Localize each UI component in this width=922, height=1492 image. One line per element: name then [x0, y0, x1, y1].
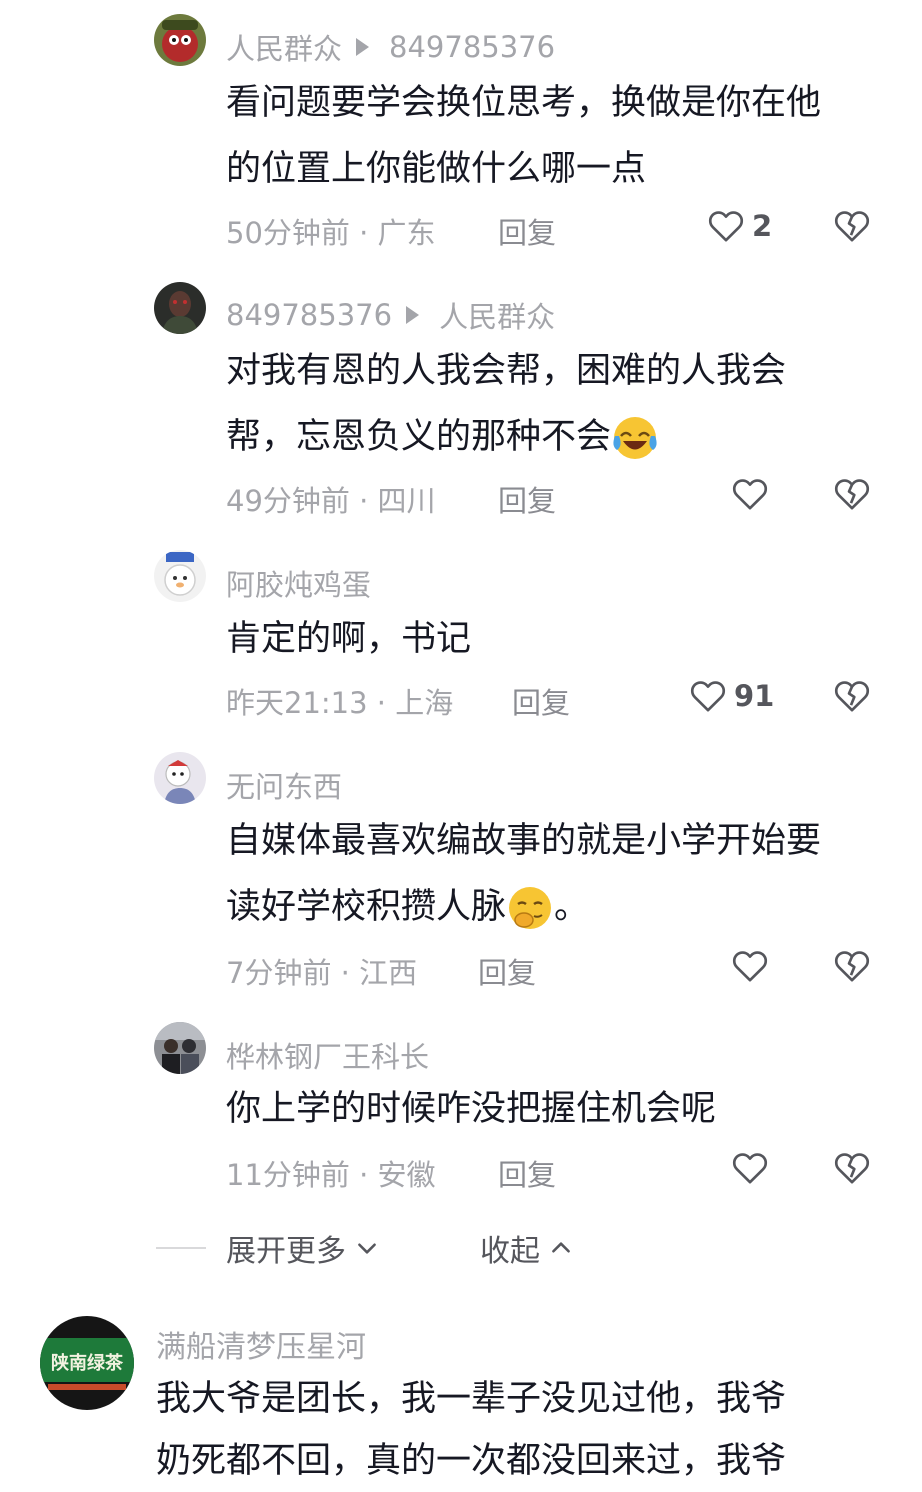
like-button[interactable]: 91: [688, 676, 774, 716]
reply-to-arrow-icon: [356, 38, 370, 56]
time-location: 49分钟前 · 四川: [226, 484, 436, 518]
heart-icon: [732, 479, 768, 510]
divider: [156, 1247, 206, 1249]
reply-to-name[interactable]: 849785376: [389, 30, 555, 64]
comment-line: 看问题要学会换位思考，换做是你在他: [226, 83, 822, 123]
avatar[interactable]: [154, 14, 206, 66]
white-cartoon-avatar-icon: [154, 550, 206, 602]
avatar[interactable]: [154, 1022, 206, 1074]
avatar-logo-text: 陕南绿茶: [51, 1352, 124, 1374]
avatar[interactable]: 陕南绿茶: [40, 1316, 134, 1410]
reply-to-name[interactable]: 人民群众: [439, 294, 555, 336]
reply-item: 849785376 人民群众 对我有恩的人我会帮，困难的人我会 帮，忘恩负义的那…: [0, 282, 922, 522]
reply-button[interactable]: 回复: [498, 1152, 556, 1194]
tea-logo-avatar-icon: 陕南绿茶: [40, 1316, 134, 1410]
heart-icon: [708, 211, 744, 242]
author-line: 人民群众 849785376: [226, 26, 555, 68]
smirk-emoji-icon: [509, 887, 552, 929]
chevron-down-icon: [358, 1243, 376, 1254]
broken-heart-icon[interactable]: [832, 474, 872, 514]
author-name[interactable]: 无问东西: [226, 764, 342, 806]
broken-heart-icon[interactable]: [832, 206, 872, 246]
reply-item: 无问东西 自媒体最喜欢编故事的就是小学开始要 读好学校积攒人脉 。 7分钟前 · …: [0, 752, 922, 992]
comment-text: 自媒体最喜欢编故事的就是小学开始要 读好学校积攒人脉 。: [226, 808, 896, 940]
comment-text: 你上学的时候咋没把握住机会呢: [226, 1076, 896, 1142]
comment-line: 奶死都不回，真的一次都没回来过，我爷: [156, 1441, 787, 1481]
like-count: 91: [734, 679, 775, 713]
reply-button[interactable]: 回复: [512, 680, 570, 722]
like-button[interactable]: [730, 1148, 776, 1188]
expand-more-label: 展开更多: [226, 1234, 346, 1269]
comment-line: 肯定的啊，书记: [226, 619, 472, 659]
comment-tail: 。: [554, 887, 590, 927]
like-button[interactable]: [730, 474, 776, 514]
like-button[interactable]: 2: [706, 206, 772, 246]
laughing-crying-emoji-icon: [613, 417, 657, 459]
author-name[interactable]: 849785376: [226, 298, 392, 332]
reply-button[interactable]: 回复: [478, 950, 536, 992]
time-location: 昨天21:13 · 上海: [226, 686, 454, 720]
replies-expand-row: 展开更多 收起: [0, 1226, 922, 1270]
comment-text: 对我有恩的人我会帮，困难的人我会 帮，忘恩负义的那种不会: [226, 338, 896, 470]
comment-line: 对我有恩的人我会帮，困难的人我会: [226, 351, 787, 391]
author-name[interactable]: 人民群众: [226, 26, 342, 68]
author-line: 阿胶炖鸡蛋: [226, 562, 371, 604]
group-photo-avatar-icon: [154, 1022, 206, 1074]
comment-text: 看问题要学会换位思考，换做是你在他 的位置上你能做什么哪一点: [226, 70, 896, 202]
reply-item: 阿胶炖鸡蛋 肯定的啊，书记 昨天21:13 · 上海 回复 91: [0, 550, 922, 730]
time-location: 50分钟前 · 广东: [226, 216, 436, 250]
comment-text: 肯定的啊，书记: [226, 606, 896, 672]
cartoon-character-avatar-icon: [154, 752, 206, 804]
collapse-button[interactable]: 收起: [480, 1226, 574, 1270]
reply-button[interactable]: 回复: [498, 478, 556, 520]
avatar[interactable]: [154, 752, 206, 804]
comment-item: 陕南绿茶 满船清梦压星河 我大爷是团长，我一辈子没见过他，我爷 奶死都不回，真的…: [0, 1316, 922, 1481]
dark-figure-avatar-icon: [154, 282, 206, 334]
comment-line: 我大爷是团长，我一辈子没见过他，我爷: [156, 1379, 787, 1419]
expand-more-button[interactable]: 展开更多: [226, 1226, 380, 1270]
heart-icon: [690, 681, 726, 712]
comment-line: 自媒体最喜欢编故事的就是小学开始要: [226, 821, 822, 861]
heart-icon: [732, 951, 768, 982]
cartoon-avatar-icon: [154, 14, 206, 66]
reply-item: 人民群众 849785376 看问题要学会换位思考，换做是你在他 的位置上你能做…: [0, 14, 922, 254]
chevron-up-icon: [552, 1242, 570, 1253]
avatar[interactable]: [154, 282, 206, 334]
time-location: 11分钟前 · 安徽: [226, 1158, 436, 1192]
author-name[interactable]: 满船清梦压星河: [156, 1322, 366, 1366]
comment-line: 读好学校积攒人脉: [226, 887, 507, 927]
like-button[interactable]: [730, 946, 776, 986]
like-count: 2: [752, 209, 773, 243]
author-line: 桦林钢厂王科长: [226, 1034, 429, 1076]
author-line: 无问东西: [226, 764, 342, 806]
reply-button[interactable]: 回复: [498, 210, 556, 252]
broken-heart-icon[interactable]: [832, 1148, 872, 1188]
broken-heart-icon[interactable]: [832, 946, 872, 986]
comment-line: 的位置上你能做什么哪一点: [226, 149, 647, 189]
comment-line: 帮，忘恩负义的那种不会: [226, 417, 612, 457]
broken-heart-icon[interactable]: [832, 676, 872, 716]
heart-icon: [732, 1153, 768, 1184]
author-name[interactable]: 桦林钢厂王科长: [226, 1034, 429, 1076]
collapse-label: 收起: [480, 1234, 540, 1269]
comment-text: 我大爷是团长，我一辈子没见过他，我爷 奶死都不回，真的一次都没回来过，我爷: [156, 1368, 876, 1492]
time-location: 7分钟前 · 江西: [226, 956, 418, 990]
avatar[interactable]: [154, 550, 206, 602]
author-name[interactable]: 阿胶炖鸡蛋: [226, 562, 371, 604]
comment-line: 你上学的时候咋没把握住机会呢: [226, 1089, 717, 1129]
reply-item: 桦林钢厂王科长 你上学的时候咋没把握住机会呢 11分钟前 · 安徽 回复: [0, 1022, 922, 1202]
reply-to-arrow-icon: [406, 306, 420, 324]
author-line: 849785376 人民群众: [226, 294, 555, 336]
